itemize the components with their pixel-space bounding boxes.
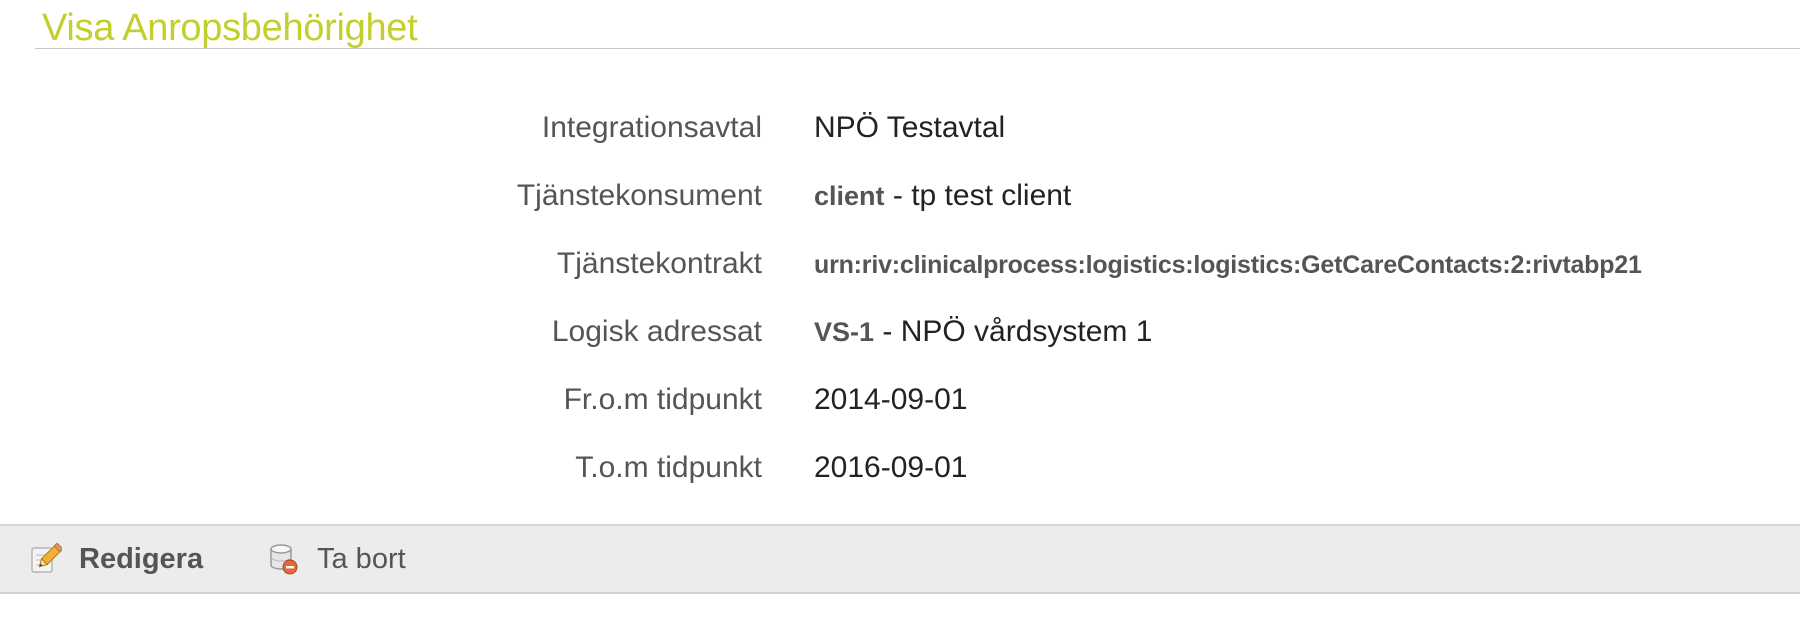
property-value: 2016-09-01 <box>814 434 967 502</box>
property-value: urn:riv:clinicalprocess:logistics:logist… <box>814 230 1642 299</box>
property-label: Tjänstekonsument <box>516 179 762 212</box>
edit-button-label: Redigera <box>79 542 204 575</box>
property-row-to-date: T.o.m tidpunkt 2016-09-01 <box>0 434 1800 502</box>
to-date-value: 2016-09-01 <box>814 451 968 484</box>
property-value: client - tp test client <box>814 162 1071 230</box>
from-date-value: 2014-09-01 <box>814 383 968 416</box>
pencil-icon <box>28 542 64 576</box>
page-title: Visa Anropsbehörighet <box>42 7 418 49</box>
database-delete-icon <box>266 542 300 576</box>
delete-button[interactable]: Ta bort <box>266 526 406 592</box>
consumer-description: - tp test client <box>884 179 1072 212</box>
property-label: Logisk adressat <box>551 315 762 348</box>
property-row-logisk-adressat: Logisk adressat VS-1 - NPÖ vårdsystem 1 <box>0 298 1800 366</box>
property-row-from-date: Fr.o.m tidpunkt 2014-09-01 <box>0 366 1800 434</box>
property-label: Integrationsavtal <box>541 111 762 144</box>
integrationsavtal-value: NPÖ Testavtal <box>814 111 1006 144</box>
property-label: Tjänstekontrakt <box>556 247 762 280</box>
page-header: Visa Anropsbehörighet <box>35 0 1800 49</box>
property-label: T.o.m tidpunkt <box>575 451 762 484</box>
contract-namespace: urn:riv:clinicalprocess:logistics:logist… <box>814 251 1642 279</box>
button-bar: Redigera Ta bort <box>0 524 1800 594</box>
consumer-id: client <box>814 181 885 211</box>
property-row-tjanstekontrakt: Tjänstekontrakt urn:riv:clinicalprocess:… <box>0 230 1800 298</box>
addressee-description: - NPÖ vårdsystem 1 <box>874 315 1153 348</box>
property-value: 2014-09-01 <box>814 366 967 434</box>
property-value: VS-1 - NPÖ vårdsystem 1 <box>814 298 1152 366</box>
delete-button-label: Ta bort <box>317 542 406 575</box>
property-row-tjanstekonsument: Tjänstekonsument client - tp test client <box>0 162 1800 230</box>
property-label: Fr.o.m tidpunkt <box>563 383 762 416</box>
addressee-id: VS-1 <box>814 317 875 347</box>
edit-button[interactable]: Redigera <box>28 526 203 592</box>
property-value: NPÖ Testavtal <box>814 94 1005 162</box>
property-row-integrationsavtal: Integrationsavtal NPÖ Testavtal <box>0 94 1800 162</box>
property-list: Integrationsavtal NPÖ Testavtal Tjänstek… <box>0 94 1800 502</box>
